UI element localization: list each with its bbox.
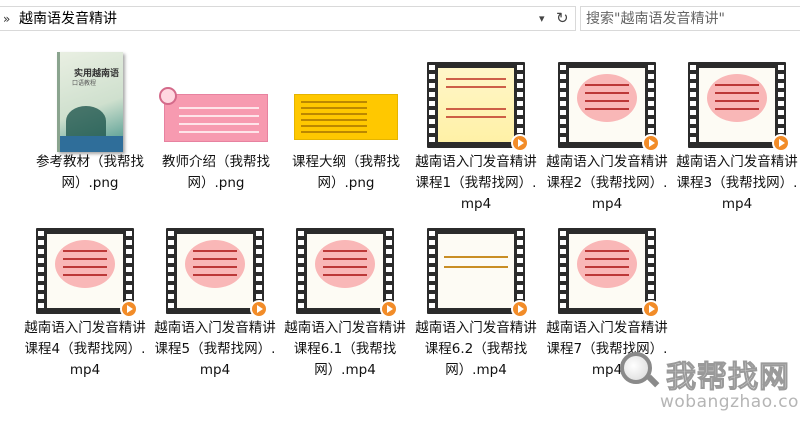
image-thumbnail — [156, 40, 276, 152]
video-thumbnail — [416, 206, 536, 318]
syllabus-image — [294, 94, 398, 140]
avatar — [159, 87, 177, 105]
address-path[interactable]: 越南语发音精讲 — [19, 10, 117, 28]
watermark-en-text: wobangzhao.com — [660, 392, 800, 412]
play-icon — [642, 300, 660, 318]
image-thumbnail — [286, 40, 406, 152]
play-icon — [511, 300, 529, 318]
play-icon — [250, 300, 268, 318]
film-strip-icon — [427, 228, 529, 318]
address-bar[interactable]: » 越南语发音精讲 ▾ ↻ — [0, 6, 576, 31]
file-name: 参考教材（我帮找网）.png — [36, 154, 144, 191]
video-thumbnail — [416, 40, 536, 152]
file-name: 教师介绍（我帮找网）.png — [162, 154, 270, 191]
video-thumbnail — [547, 40, 667, 152]
book-cover-image: 实用越南语 口语教程 — [57, 52, 123, 152]
film-strip-icon — [558, 62, 660, 152]
file-name: 越南语入门发音精讲课程6.1（我帮找网）.mp4 — [284, 320, 406, 378]
watermark-logo: 我帮找网 wobangzhao.com — [614, 346, 800, 422]
video-thumbnail — [677, 40, 797, 152]
video-thumbnail — [285, 206, 405, 318]
film-strip-icon — [688, 62, 790, 152]
file-name: 越南语入门发音精讲课程5（我帮找网）.mp4 — [154, 320, 276, 378]
search-input[interactable]: 搜索"越南语发音精讲" — [580, 6, 800, 31]
file-name: 越南语入门发音精讲课程3（我帮找网）.mp4 — [676, 154, 798, 212]
play-icon — [120, 300, 138, 318]
book-subtitle: 口语教程 — [72, 80, 97, 87]
play-icon — [511, 134, 529, 152]
teacher-intro-image — [159, 87, 268, 142]
watermark-cn-text: 我帮找网 — [666, 360, 790, 396]
file-name: 越南语入门发音精讲课程6.2（我帮找网）.mp4 — [415, 320, 537, 378]
play-icon — [772, 134, 790, 152]
film-strip-icon — [166, 228, 268, 318]
film-strip-icon — [296, 228, 398, 318]
file-name: 课程大纲（我帮找网）.png — [292, 154, 400, 191]
film-strip-icon — [36, 228, 138, 318]
play-icon — [642, 134, 660, 152]
video-thumbnail — [547, 206, 667, 318]
toolbar: » 越南语发音精讲 ▾ ↻ 搜索"越南语发音精讲" — [0, 0, 800, 36]
video-thumbnail — [155, 206, 275, 318]
chevron-right-icon[interactable]: » — [3, 12, 10, 26]
refresh-icon[interactable]: ↻ — [556, 9, 569, 27]
search-placeholder: 搜索"越南语发音精讲" — [586, 11, 725, 27]
image-thumbnail: 实用越南语 口语教程 — [30, 40, 150, 152]
video-thumbnail — [25, 206, 145, 318]
play-icon — [380, 300, 398, 318]
chevron-down-icon[interactable]: ▾ — [539, 11, 545, 27]
file-name: 越南语入门发音精讲课程4（我帮找网）.mp4 — [24, 320, 146, 378]
film-strip-icon — [558, 228, 660, 318]
film-strip-icon — [427, 62, 529, 152]
